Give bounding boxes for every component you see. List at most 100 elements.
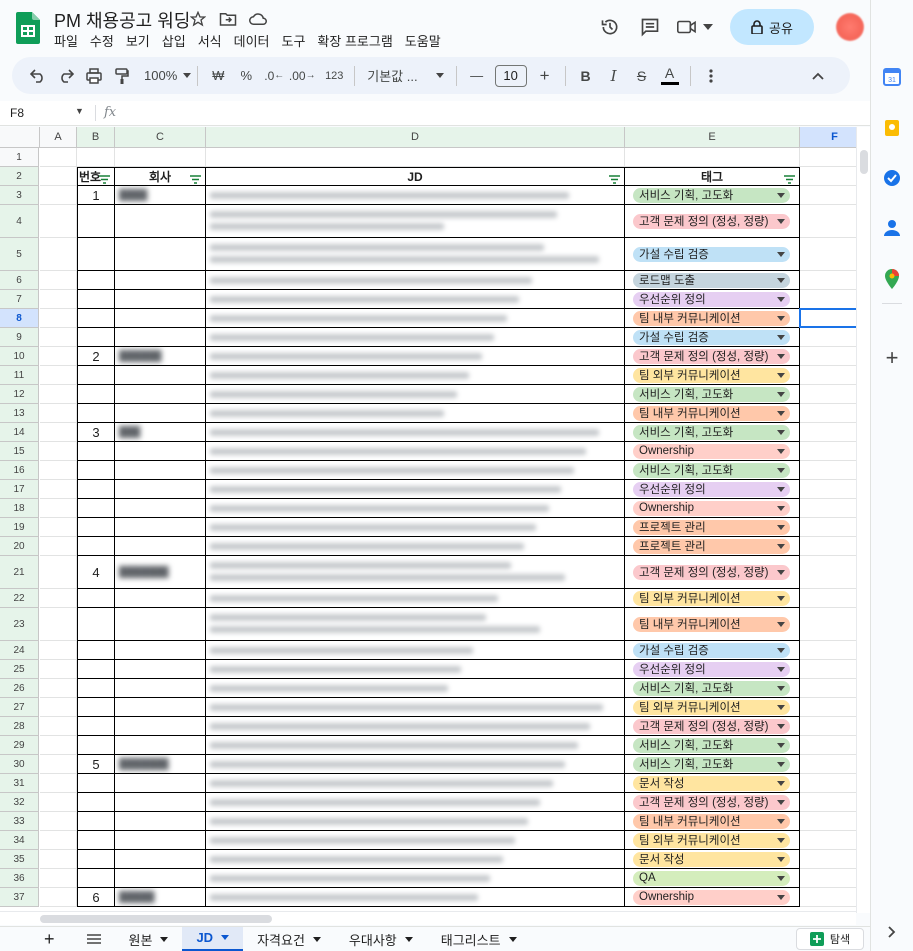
cell-number[interactable]	[77, 736, 115, 755]
cell-company[interactable]	[115, 205, 206, 238]
menu-extensions[interactable]: 확장 프로그램	[311, 31, 398, 50]
currency-button[interactable]: ₩	[204, 62, 232, 90]
row-header[interactable]: 27	[0, 698, 39, 717]
cell-jd[interactable]	[206, 186, 625, 205]
cell-a[interactable]	[40, 309, 77, 328]
account-avatar[interactable]	[830, 9, 870, 45]
cell-company[interactable]	[115, 148, 206, 167]
tab-jd[interactable]: JD	[182, 926, 244, 951]
tag-chip[interactable]: 서비스 기획, 고도화	[633, 737, 790, 753]
cell-f[interactable]	[800, 793, 856, 812]
zoom-select[interactable]: 100%	[144, 62, 192, 90]
row-header[interactable]: 32	[0, 793, 39, 812]
spreadsheet-grid[interactable]: A B C D E F 1 2 번호 회사 JD 태그 3 1 ████ 서비스 기획, 고도화 4 고객 문제 …	[0, 127, 856, 913]
font-size-increase-icon[interactable]: +	[531, 62, 559, 90]
cell-jd[interactable]	[206, 366, 625, 385]
dropdown-arrow-icon[interactable]	[777, 761, 785, 767]
cell-company[interactable]	[115, 774, 206, 793]
tab-우대사항[interactable]: 우대사항	[335, 927, 427, 951]
cell-company[interactable]	[115, 679, 206, 698]
header-jd[interactable]: JD	[206, 167, 625, 186]
tag-chip[interactable]: 문서 작성	[633, 775, 790, 791]
cell-jd[interactable]	[206, 812, 625, 831]
strikethrough-button[interactable]: S	[628, 62, 656, 90]
dropdown-arrow-icon[interactable]	[777, 856, 785, 862]
tag-chip[interactable]: 고객 문제 정의 (정성, 정량)	[633, 213, 790, 229]
cell-a[interactable]	[40, 385, 77, 404]
cell-number[interactable]	[77, 480, 115, 499]
cell-a[interactable]	[40, 238, 77, 271]
tag-chip[interactable]: 우선순위 정의	[633, 481, 790, 497]
cell-a[interactable]	[40, 850, 77, 869]
cell-tag[interactable]: 서비스 기획, 고도화	[625, 461, 800, 480]
cell-f[interactable]	[800, 271, 856, 290]
dropdown-arrow-icon[interactable]	[777, 448, 785, 454]
row-header[interactable]: 8	[0, 309, 39, 328]
row-header[interactable]: 26	[0, 679, 39, 698]
cell-company[interactable]	[115, 812, 206, 831]
select-all-corner[interactable]	[0, 127, 40, 148]
tag-chip[interactable]: 프로젝트 관리	[633, 519, 790, 535]
cell-company[interactable]	[115, 736, 206, 755]
cell-a[interactable]	[40, 366, 77, 385]
cell-company[interactable]	[115, 698, 206, 717]
cell-jd[interactable]	[206, 717, 625, 736]
tag-chip[interactable]: 우선순위 정의	[633, 291, 790, 307]
menu-tools[interactable]: 도구	[276, 31, 312, 50]
cell-f[interactable]	[800, 641, 856, 660]
dropdown-arrow-icon[interactable]	[777, 524, 785, 530]
calendar-icon[interactable]: 31	[882, 67, 902, 87]
row-header[interactable]: 6	[0, 271, 39, 290]
row-header[interactable]: 17	[0, 480, 39, 499]
cell-company[interactable]: ███	[115, 423, 206, 442]
cell-number[interactable]	[77, 309, 115, 328]
cell-jd[interactable]	[206, 793, 625, 812]
cell-company[interactable]	[115, 717, 206, 736]
cell-f[interactable]	[800, 717, 856, 736]
tag-chip[interactable]: 서비스 기획, 고도화	[633, 424, 790, 440]
row-header[interactable]: 34	[0, 831, 39, 850]
tag-chip[interactable]: 서비스 기획, 고도화	[633, 386, 790, 402]
cell-a[interactable]	[40, 812, 77, 831]
cell-number[interactable]	[77, 679, 115, 698]
add-addon-icon[interactable]: +	[882, 345, 902, 370]
header-number[interactable]: 번호	[77, 167, 115, 186]
cell-company[interactable]	[115, 537, 206, 556]
row-header[interactable]: 23	[0, 608, 39, 641]
dropdown-arrow-icon[interactable]	[777, 799, 785, 805]
row-header[interactable]: 19	[0, 518, 39, 537]
cell-jd[interactable]	[206, 461, 625, 480]
cell-f[interactable]	[800, 328, 856, 347]
cell-company[interactable]	[115, 480, 206, 499]
cell-f[interactable]	[800, 404, 856, 423]
cell-number[interactable]	[77, 442, 115, 461]
cell-tag[interactable]: Ownership	[625, 442, 800, 461]
sheets-logo-icon[interactable]	[16, 12, 40, 44]
cell-number[interactable]	[77, 148, 115, 167]
dropdown-arrow-icon[interactable]	[777, 723, 785, 729]
cell-number[interactable]: 5	[77, 755, 115, 774]
cell-tag[interactable]: 고객 문제 정의 (정성, 정량)	[625, 347, 800, 366]
dropdown-arrow-icon[interactable]	[777, 894, 785, 900]
dropdown-arrow-icon[interactable]	[777, 595, 785, 601]
cell-jd[interactable]	[206, 499, 625, 518]
chevron-down-icon[interactable]: ▼	[75, 106, 84, 116]
cell-tag[interactable]: 서비스 기획, 고도화	[625, 755, 800, 774]
cell-tag[interactable]: 가설 수립 검증	[625, 641, 800, 660]
filter-icon[interactable]	[190, 173, 201, 184]
cell-tag[interactable]: 고객 문제 정의 (정성, 정량)	[625, 205, 800, 238]
cell-tag[interactable]: QA	[625, 869, 800, 888]
row-header[interactable]: 11	[0, 366, 39, 385]
tag-chip[interactable]: 팀 내부 커뮤니케이션	[633, 813, 790, 829]
cell-jd[interactable]	[206, 442, 625, 461]
cell-tag[interactable]: 팀 외부 커뮤니케이션	[625, 589, 800, 608]
cell-tag[interactable]: 서비스 기획, 고도화	[625, 385, 800, 404]
tag-chip[interactable]: 가설 수립 검증	[633, 642, 790, 658]
cell-tag[interactable]: 가설 수립 검증	[625, 238, 800, 271]
cell-f[interactable]	[800, 238, 856, 271]
menu-view[interactable]: 보기	[120, 31, 156, 50]
cell-tag[interactable]: 문서 작성	[625, 850, 800, 869]
number-format-button[interactable]: 123	[320, 62, 348, 90]
cell-number[interactable]	[77, 366, 115, 385]
cell-tag[interactable]: 서비스 기획, 고도화	[625, 423, 800, 442]
